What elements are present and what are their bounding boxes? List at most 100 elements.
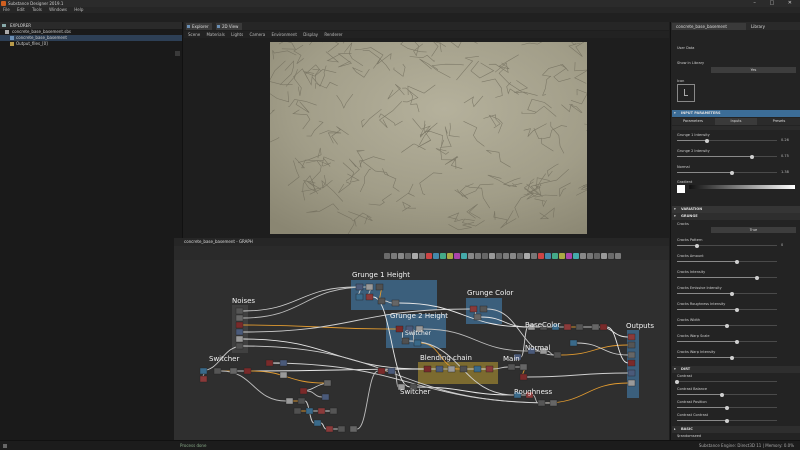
slider-knob[interactable] xyxy=(695,243,699,248)
graph-node[interactable] xyxy=(377,367,386,375)
gradient-bar[interactable] xyxy=(689,185,795,189)
graph-tool-button[interactable] xyxy=(531,253,537,259)
graph-tool-button[interactable] xyxy=(552,253,558,259)
graph-tool-button[interactable] xyxy=(608,253,614,259)
graph-tool-button[interactable] xyxy=(419,253,425,259)
param-slider[interactable] xyxy=(677,291,777,296)
graph-node[interactable] xyxy=(337,425,346,433)
viewer-menu-materials[interactable]: Materials xyxy=(206,32,224,37)
graph-node[interactable] xyxy=(575,323,584,331)
graph-node[interactable] xyxy=(325,425,334,433)
section-dirt[interactable]: ▾ Dirt xyxy=(672,366,800,373)
param-value[interactable]: 0.75 xyxy=(781,154,789,158)
graph-tool-button[interactable] xyxy=(433,253,439,259)
graph-node[interactable] xyxy=(519,373,528,381)
graph-tool-button[interactable] xyxy=(601,253,607,259)
param-value[interactable]: 0 xyxy=(781,243,783,247)
graph-node[interactable] xyxy=(365,293,374,301)
graph-node[interactable] xyxy=(473,365,482,373)
graph-node[interactable] xyxy=(447,365,456,373)
window-controls[interactable]: – □ ✕ xyxy=(753,0,798,7)
graph-node[interactable] xyxy=(553,351,562,359)
show-in-library-toggle[interactable]: Yes xyxy=(711,67,796,73)
graph-node[interactable] xyxy=(485,365,494,373)
explorer-add-icon[interactable] xyxy=(175,51,180,56)
param-slider[interactable] xyxy=(677,259,777,264)
graph-tool-button[interactable] xyxy=(524,253,530,259)
graph-tool-button[interactable] xyxy=(545,253,551,259)
slider-knob[interactable] xyxy=(725,405,729,410)
graph-node[interactable] xyxy=(401,337,410,345)
graph-tool-button[interactable] xyxy=(447,253,453,259)
slider-knob[interactable] xyxy=(725,323,729,328)
slider-knob[interactable] xyxy=(755,275,759,280)
graph-node[interactable] xyxy=(349,425,358,433)
graph-tool-button[interactable] xyxy=(405,253,411,259)
graph-tool-button[interactable] xyxy=(559,253,565,259)
tab-library[interactable]: Library xyxy=(747,23,777,30)
graph-node[interactable] xyxy=(229,367,238,375)
viewer-menu-environment[interactable]: Environment xyxy=(271,32,297,37)
tab-explorer[interactable]: Explorer xyxy=(186,23,212,30)
param-slider[interactable] xyxy=(677,154,777,159)
graph-node[interactable] xyxy=(391,299,400,307)
graph-tool-button[interactable] xyxy=(426,253,432,259)
tab-2d-view[interactable]: 2D View xyxy=(216,23,242,30)
graph-node[interactable] xyxy=(235,321,244,329)
slider-knob[interactable] xyxy=(735,339,739,344)
graph-node[interactable] xyxy=(235,328,244,336)
param-slider[interactable] xyxy=(677,170,777,175)
slider-knob[interactable] xyxy=(730,170,734,175)
graph-node[interactable] xyxy=(627,333,636,341)
param-slider[interactable] xyxy=(677,307,777,312)
graph-tool-button[interactable] xyxy=(615,253,621,259)
graph-node[interactable] xyxy=(479,305,488,313)
viewer-menu-display[interactable]: Display xyxy=(303,32,318,37)
slider-knob[interactable] xyxy=(730,355,734,360)
graph-node[interactable] xyxy=(627,341,636,349)
graph-node[interactable] xyxy=(537,399,546,407)
graph-node[interactable] xyxy=(507,363,516,371)
param-slider[interactable] xyxy=(677,392,777,397)
graph-tool-button[interactable] xyxy=(384,253,390,259)
graph-node[interactable] xyxy=(627,379,636,387)
graph-node[interactable] xyxy=(235,335,244,343)
section-grunge[interactable]: ▾ Variation xyxy=(672,206,800,213)
graph-tool-button[interactable] xyxy=(454,253,460,259)
graph-tool-button[interactable] xyxy=(594,253,600,259)
graph-node[interactable] xyxy=(235,307,244,315)
graph-node[interactable] xyxy=(317,407,326,415)
graph-node[interactable] xyxy=(549,399,558,407)
slider-knob[interactable] xyxy=(725,418,729,423)
graph-node[interactable] xyxy=(395,325,404,333)
node-graph[interactable]: Grunge 1 Height Grunge 2 Height Switcher… xyxy=(174,260,669,440)
param-slider[interactable] xyxy=(677,355,777,360)
menu-file[interactable]: File xyxy=(3,7,10,12)
graph-tool-button[interactable] xyxy=(482,253,488,259)
section-input-parameters[interactable]: ▾ INPUT PARAMETERS xyxy=(672,110,800,117)
graph-node[interactable] xyxy=(213,367,222,375)
menu-edit[interactable]: Edit xyxy=(17,7,25,12)
graph-tool-button[interactable] xyxy=(517,253,523,259)
graph-node[interactable] xyxy=(355,283,364,291)
param-slider[interactable] xyxy=(677,418,777,423)
section-basic[interactable]: ▸ Basic xyxy=(672,426,800,433)
graph-tool-button[interactable] xyxy=(440,253,446,259)
graph-node[interactable] xyxy=(235,342,244,350)
graph-node[interactable] xyxy=(413,339,422,347)
graph-node[interactable] xyxy=(265,359,274,367)
graph-node[interactable] xyxy=(627,369,636,377)
graph-node[interactable] xyxy=(469,305,478,313)
graph-tool-button[interactable] xyxy=(496,253,502,259)
graph-node[interactable] xyxy=(627,351,636,359)
graph-tool-button[interactable] xyxy=(475,253,481,259)
graph-node[interactable] xyxy=(519,363,528,371)
param-slider[interactable] xyxy=(677,275,777,280)
graph-node[interactable] xyxy=(297,397,306,405)
graph-node[interactable] xyxy=(563,323,572,331)
graph-tool-button[interactable] xyxy=(538,253,544,259)
concrete-texture-preview[interactable] xyxy=(270,42,587,234)
graph-node[interactable] xyxy=(329,407,338,415)
settings-icon[interactable] xyxy=(3,444,7,448)
graph-node[interactable] xyxy=(365,283,374,291)
